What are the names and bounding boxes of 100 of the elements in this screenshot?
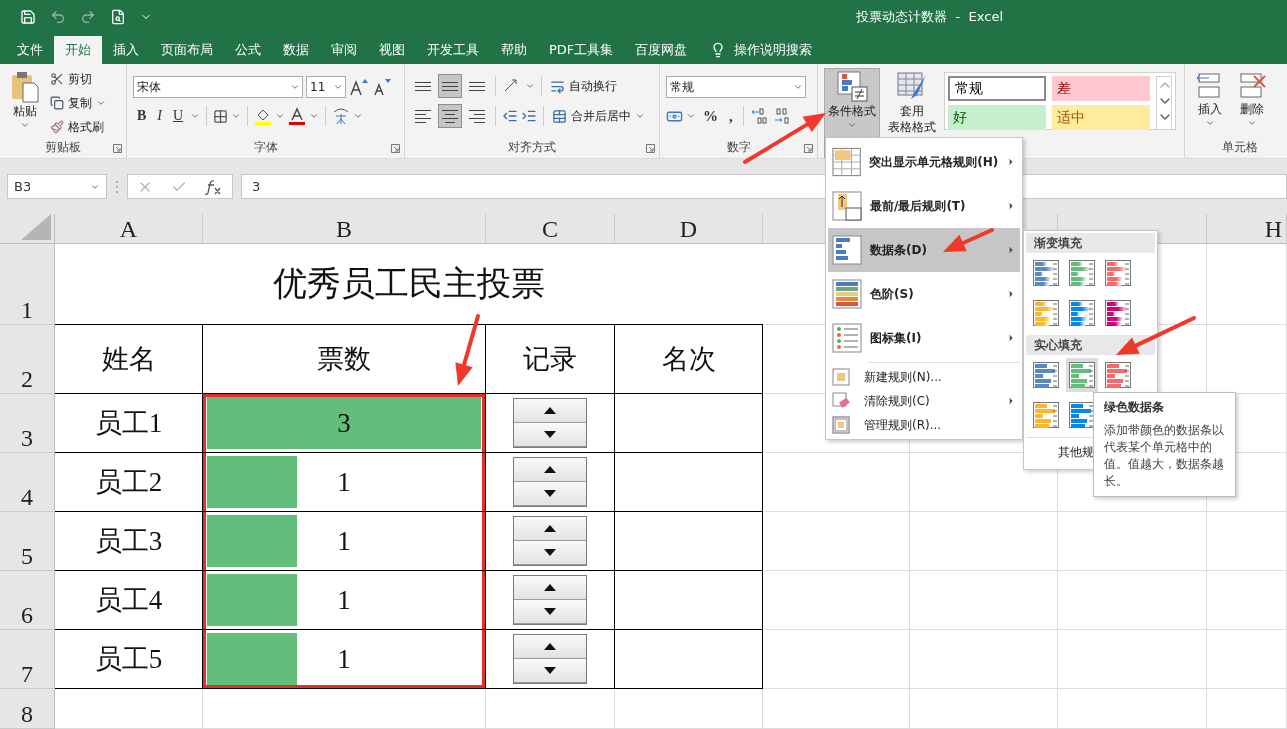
spin-down-button[interactable] [514, 659, 586, 683]
table-cell: 员工2 [55, 453, 203, 512]
clipboard-tool-button[interactable]: 格式刷 [48, 116, 108, 139]
vote-count: 1 [337, 643, 351, 675]
empty-cell[interactable] [615, 630, 763, 689]
dialog-launcher-icon[interactable] [804, 144, 813, 154]
number-style-button[interactable]: , [725, 104, 737, 129]
menu-item[interactable]: 管理规则(R)... [828, 413, 1020, 437]
column-header[interactable]: H [1207, 214, 1287, 244]
tell-me-search[interactable]: 操作说明搜索 [698, 36, 825, 65]
align-button[interactable] [438, 74, 462, 99]
merge-center-button[interactable]: 合并后居中 [550, 105, 647, 128]
save-icon[interactable] [20, 8, 36, 25]
font-shrink-icon[interactable] [372, 78, 392, 97]
spin-up-button[interactable] [514, 517, 586, 541]
wrap-text-button[interactable]: 自动换行 [548, 75, 619, 98]
borders-icon[interactable] [213, 108, 229, 124]
row-header[interactable]: 8 [0, 689, 55, 729]
dialog-launcher-icon[interactable] [113, 144, 122, 154]
cell-style-swatch[interactable]: 适中 [1052, 105, 1150, 131]
drag-handle-icon [115, 179, 119, 194]
empty-cell[interactable] [615, 571, 763, 630]
clipboard-tool-button[interactable]: 剪切 [48, 68, 108, 91]
vote-count: 1 [337, 466, 351, 498]
ribbon-tab[interactable]: 开发工具 [416, 36, 490, 65]
undo-icon[interactable] [50, 8, 66, 25]
ribbon-tab[interactable]: 数据 [272, 36, 320, 65]
table-cell: 员工1 [55, 394, 203, 453]
row-header[interactable]: 7 [0, 630, 55, 689]
ribbon-tab[interactable]: 页面布局 [150, 36, 224, 65]
menu-item[interactable]: 数据条(D) [828, 228, 1020, 272]
font-style-button[interactable]: I [153, 104, 166, 129]
align-button[interactable] [438, 104, 462, 129]
spin-up-button[interactable] [514, 576, 586, 600]
ribbon-tab[interactable]: 文件 [6, 36, 54, 65]
ribbon-tab[interactable]: 帮助 [490, 36, 538, 65]
ribbon-tab[interactable]: 百度网盘 [624, 36, 699, 65]
ribbon-tab[interactable]: 审阅 [320, 36, 368, 65]
vote-count: 1 [337, 525, 351, 557]
row-header[interactable]: 1 [0, 244, 55, 325]
table-header-cell: 名次 [615, 325, 763, 394]
font-size-select[interactable]: 11 [306, 76, 346, 99]
spin-up-button[interactable] [514, 635, 586, 659]
font-name-select[interactable]: 宋体 [133, 76, 303, 99]
row-header[interactable]: 3 [0, 394, 55, 453]
cell-style-swatch[interactable]: 常规 [948, 76, 1046, 102]
fill-color-icon[interactable] [254, 107, 273, 126]
print-preview-icon[interactable] [110, 8, 126, 25]
group-label: 剪贴板 [44, 139, 82, 157]
empty-cell[interactable] [615, 512, 763, 571]
ribbon-tab[interactable]: 开始 [54, 36, 102, 65]
phonetic-icon[interactable] [332, 107, 351, 126]
font-style-button[interactable]: U [169, 104, 188, 129]
font-style-button[interactable]: B [133, 104, 151, 129]
paste-button[interactable]: 粘贴 [6, 68, 44, 139]
cell-style-swatch[interactable]: 差 [1052, 76, 1150, 102]
row-header[interactable]: 5 [0, 512, 55, 571]
spin-down-button[interactable] [514, 600, 586, 624]
spin-up-button[interactable] [514, 458, 586, 482]
font-color-icon[interactable] [288, 107, 307, 126]
row-header[interactable]: 6 [0, 571, 55, 630]
table-header-cell: 姓名 [55, 325, 203, 394]
menu-item[interactable]: 清除规则(C) [828, 389, 1020, 413]
cell-style-swatch[interactable]: 好 [948, 105, 1046, 131]
font-grow-icon[interactable] [349, 78, 369, 97]
up-triangle-icon [544, 407, 556, 414]
empty-cell[interactable] [615, 394, 763, 453]
down-triangle-icon [544, 608, 556, 615]
row-header[interactable]: 2 [0, 325, 55, 394]
table-header-cell: 记录 [486, 325, 615, 394]
name-box[interactable]: B3 [7, 174, 107, 200]
row-header[interactable]: 4 [0, 453, 55, 512]
spin-up-button[interactable] [514, 399, 586, 423]
ribbon-tab[interactable]: 插入 [102, 36, 150, 65]
column-header[interactable]: C [486, 214, 615, 244]
down-triangle-icon [544, 431, 556, 438]
empty-cell[interactable] [615, 453, 763, 512]
clipboard-tool-button[interactable]: 复制 [48, 92, 108, 115]
menu-item[interactable]: 图标集(I) [828, 316, 1020, 360]
ribbon-tab[interactable]: PDF工具集 [538, 36, 625, 65]
cells-button[interactable]: 删除 [1233, 68, 1271, 139]
ribbon-tab[interactable]: 公式 [224, 36, 272, 65]
number-style-button[interactable]: % [699, 104, 722, 129]
column-header[interactable]: A [55, 214, 203, 244]
spin-down-button[interactable] [514, 541, 586, 565]
sheet-title: 优秀员工民主投票 [55, 244, 763, 325]
ribbon-tab[interactable]: 视图 [368, 36, 416, 65]
increase-decimal-icon[interactable] [749, 107, 770, 126]
column-header[interactable]: B [203, 214, 486, 244]
dialog-launcher-icon[interactable] [646, 144, 655, 154]
column-header[interactable]: D [615, 214, 763, 244]
redo-icon[interactable] [80, 8, 96, 25]
menu-item[interactable]: 色阶(S) [828, 272, 1020, 316]
insert-function-icon[interactable] [205, 178, 223, 195]
number-format-select[interactable]: 常规 [666, 76, 806, 99]
dialog-launcher-icon[interactable] [391, 144, 400, 154]
spin-down-button[interactable] [514, 482, 586, 506]
spin-down-button[interactable] [514, 423, 586, 447]
menu-item[interactable]: 新建规则(N)... [828, 365, 1020, 389]
cells-button[interactable]: 插入 [1191, 68, 1229, 139]
